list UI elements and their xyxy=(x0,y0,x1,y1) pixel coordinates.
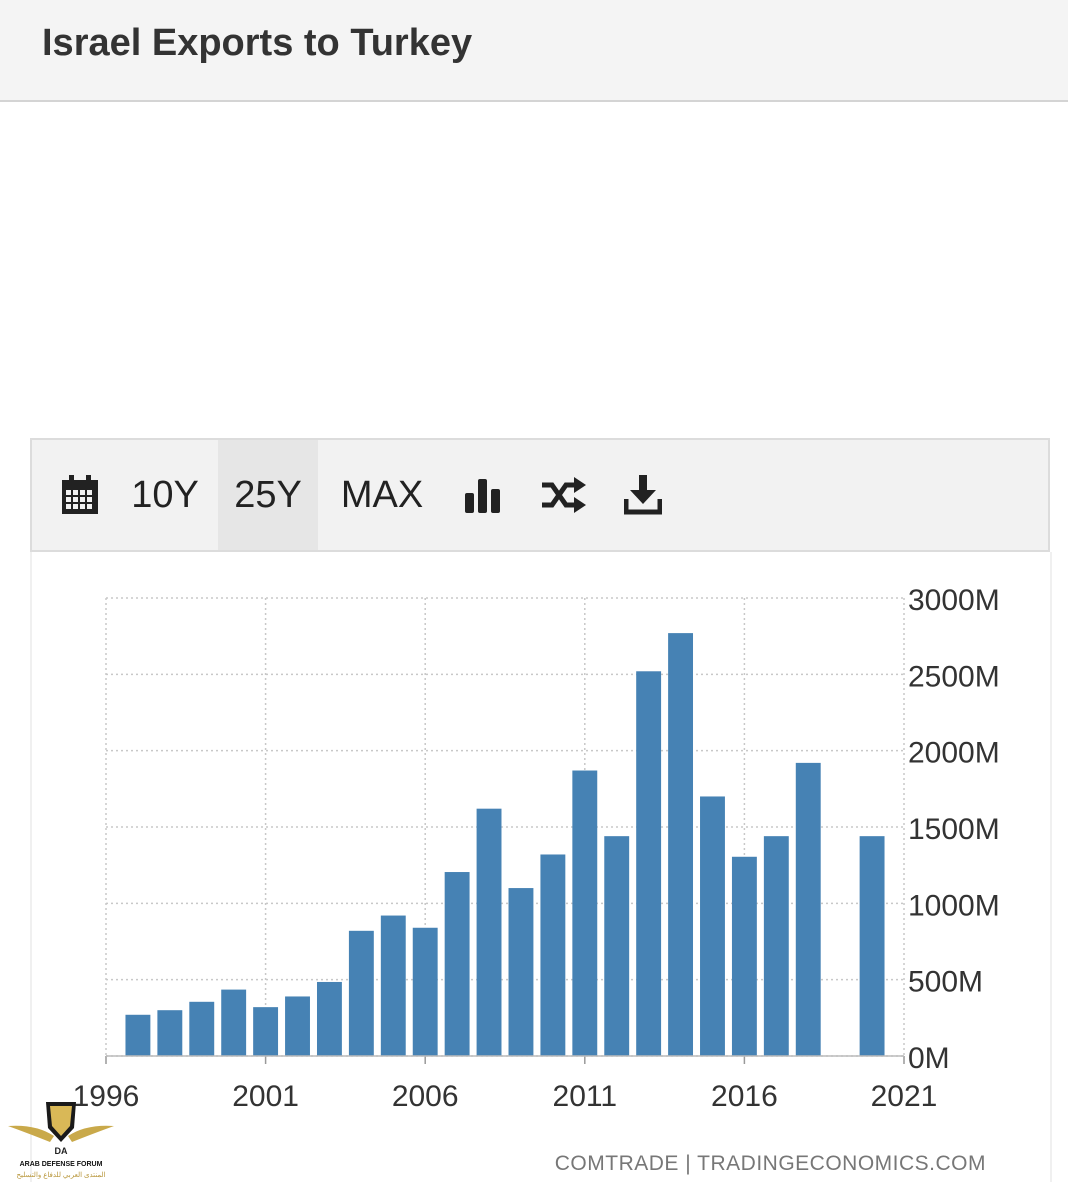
y-tick-label: 500M xyxy=(908,966,983,999)
bar-2017 xyxy=(763,836,789,1056)
range-10y-button[interactable]: 10Y xyxy=(124,440,206,550)
bar-2003 xyxy=(316,981,342,1056)
page-title: Israel Exports to Turkey xyxy=(42,22,473,64)
bar-2011 xyxy=(572,770,598,1056)
range-25y-button[interactable]: 25Y xyxy=(218,440,318,550)
bar-2004 xyxy=(348,930,374,1056)
bar-2009 xyxy=(508,888,534,1056)
source-label: COMTRADE | TRADINGECONOMICS.COM xyxy=(555,1152,986,1175)
shuffle-icon[interactable] xyxy=(538,440,588,550)
x-tick-label: 2016 xyxy=(711,1080,778,1113)
forum-watermark-logo: DA ARAB DEFENSE FORUM المنتدى العربي للد… xyxy=(6,1098,116,1182)
bar-2002 xyxy=(285,996,310,1056)
y-tick-label: 2500M xyxy=(908,660,1000,693)
bar-2014 xyxy=(668,633,694,1056)
y-tick-label: 3000M xyxy=(908,584,1000,617)
bar-2018 xyxy=(795,762,821,1056)
bar-2013 xyxy=(636,671,662,1056)
download-icon[interactable] xyxy=(618,440,668,550)
bar-1999 xyxy=(189,1001,215,1056)
bar-2006 xyxy=(412,927,438,1056)
bar-2000 xyxy=(221,989,247,1056)
page-header: Israel Exports to Turkey xyxy=(0,0,1068,102)
bar-2010 xyxy=(540,854,566,1056)
bar-chart: 0M500M1000M1500M2000M2500M3000M1996 2001 2… xyxy=(73,584,1000,1175)
y-tick-label: 1000M xyxy=(908,889,1000,922)
chart-area: 0M 500M 1000M 1500M 2000M 2500M 3000M 1996 2001 2… xyxy=(30,552,1052,1182)
bar-2015 xyxy=(700,796,725,1056)
bar-1997 xyxy=(125,1014,151,1056)
x-tick-label: 2011 xyxy=(553,1080,618,1113)
svg-text:المنتدى العربي للدفاع والتسليح: المنتدى العربي للدفاع والتسليح xyxy=(17,1171,106,1179)
bar-2001 xyxy=(253,1007,279,1056)
bar-1998 xyxy=(157,1010,183,1056)
x-tick-label: 2001 xyxy=(232,1080,299,1113)
bar-2005 xyxy=(380,915,406,1056)
bar-2020 xyxy=(859,836,885,1056)
calendar-icon[interactable] xyxy=(44,440,116,550)
y-tick-label: 2000M xyxy=(908,737,1000,770)
x-tick-label: 2006 xyxy=(392,1080,459,1113)
bar-2008 xyxy=(476,808,502,1056)
chart-toolbar: 10Y 25Y MAX xyxy=(30,438,1050,552)
range-max-button[interactable]: MAX xyxy=(332,440,432,550)
x-tick-label: 2021 xyxy=(871,1080,938,1113)
y-tick-label: 0M xyxy=(908,1042,950,1075)
y-tick-label: 1500M xyxy=(908,813,1000,846)
bar-chart-icon[interactable] xyxy=(460,440,506,550)
bar-2007 xyxy=(444,872,470,1056)
svg-text:ARAB DEFENSE FORUM: ARAB DEFENSE FORUM xyxy=(20,1161,103,1168)
bar-2016 xyxy=(731,856,757,1056)
bar-2012 xyxy=(604,836,630,1056)
svg-text:DA: DA xyxy=(55,1146,68,1156)
